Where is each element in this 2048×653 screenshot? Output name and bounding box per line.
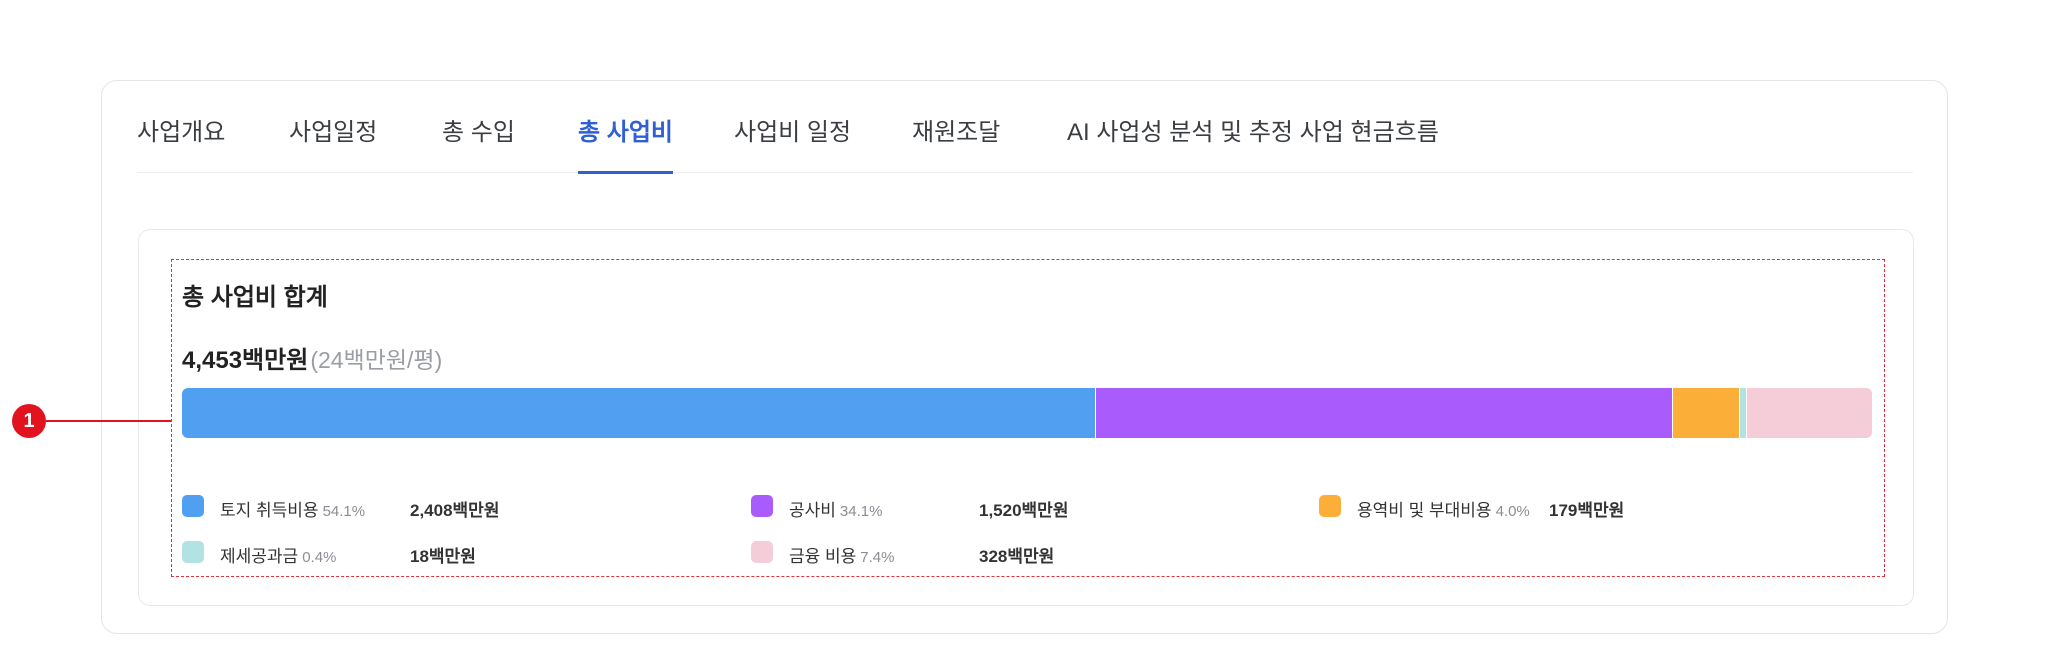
legend-value: 179백만원 [1549, 501, 1625, 520]
tab-schedule[interactable]: 사업일정 [289, 100, 377, 173]
legend-percent: 7.4% [860, 549, 895, 566]
legend-label: 금융 비용 [789, 547, 857, 566]
legend-swatch [1319, 495, 1341, 517]
legend-swatch [751, 541, 773, 563]
legend-value: 1,520백만원 [979, 501, 1069, 520]
tab-total-revenue[interactable]: 총 수입 [442, 100, 515, 173]
annotation-pointer-line [46, 420, 171, 422]
cost-per-pyeong: (24백만원/평) [310, 347, 443, 373]
tab-ai-analysis[interactable]: AI 사업성 분석 및 추정 사업 현금흐름 [1067, 100, 1439, 173]
legend-value: 18백만원 [410, 547, 476, 566]
bar-segment-land[interactable] [182, 388, 1097, 438]
tab-total-cost[interactable]: 총 사업비 [578, 100, 673, 174]
legend-label: 제세공과금 [220, 547, 299, 566]
annotation-marker-badge: 1 [12, 404, 46, 438]
legend-swatch [182, 541, 204, 563]
legend-label: 용역비 및 부대비용 [1357, 501, 1492, 520]
legend-percent: 34.1% [839, 503, 883, 520]
legend-percent: 54.1% [322, 503, 366, 520]
bar-segment-services[interactable] [1672, 388, 1741, 438]
tab-bar: 사업개요 사업일정 총 수입 총 사업비 사업비 일정 재원조달 AI 사업성 … [137, 100, 1913, 174]
total-cost-summary: 4,453백만원(24백만원/평) [182, 340, 442, 375]
section-title: 총 사업비 합계 [182, 284, 328, 311]
bar-segment-construction[interactable] [1096, 388, 1673, 438]
legend-percent: 4.0% [1495, 503, 1530, 520]
tab-overview[interactable]: 사업개요 [137, 100, 225, 173]
legend-value: 2,408백만원 [410, 501, 500, 520]
legend-label: 공사비 [789, 501, 836, 520]
tab-financing[interactable]: 재원조달 [912, 100, 1000, 173]
legend-value: 328백만원 [979, 547, 1055, 566]
legend-swatch [182, 495, 204, 517]
legend-swatch [751, 495, 773, 517]
cost-breakdown-bar [182, 388, 1872, 438]
bar-segment-finance[interactable] [1746, 388, 1872, 438]
total-cost-amount: 4,453백만원 [182, 347, 309, 374]
tab-cost-schedule[interactable]: 사업비 일정 [734, 100, 851, 173]
legend-label: 토지 취득비용 [220, 501, 319, 520]
legend-percent: 0.4% [302, 549, 337, 566]
bar-segment-taxes[interactable] [1740, 388, 1747, 438]
